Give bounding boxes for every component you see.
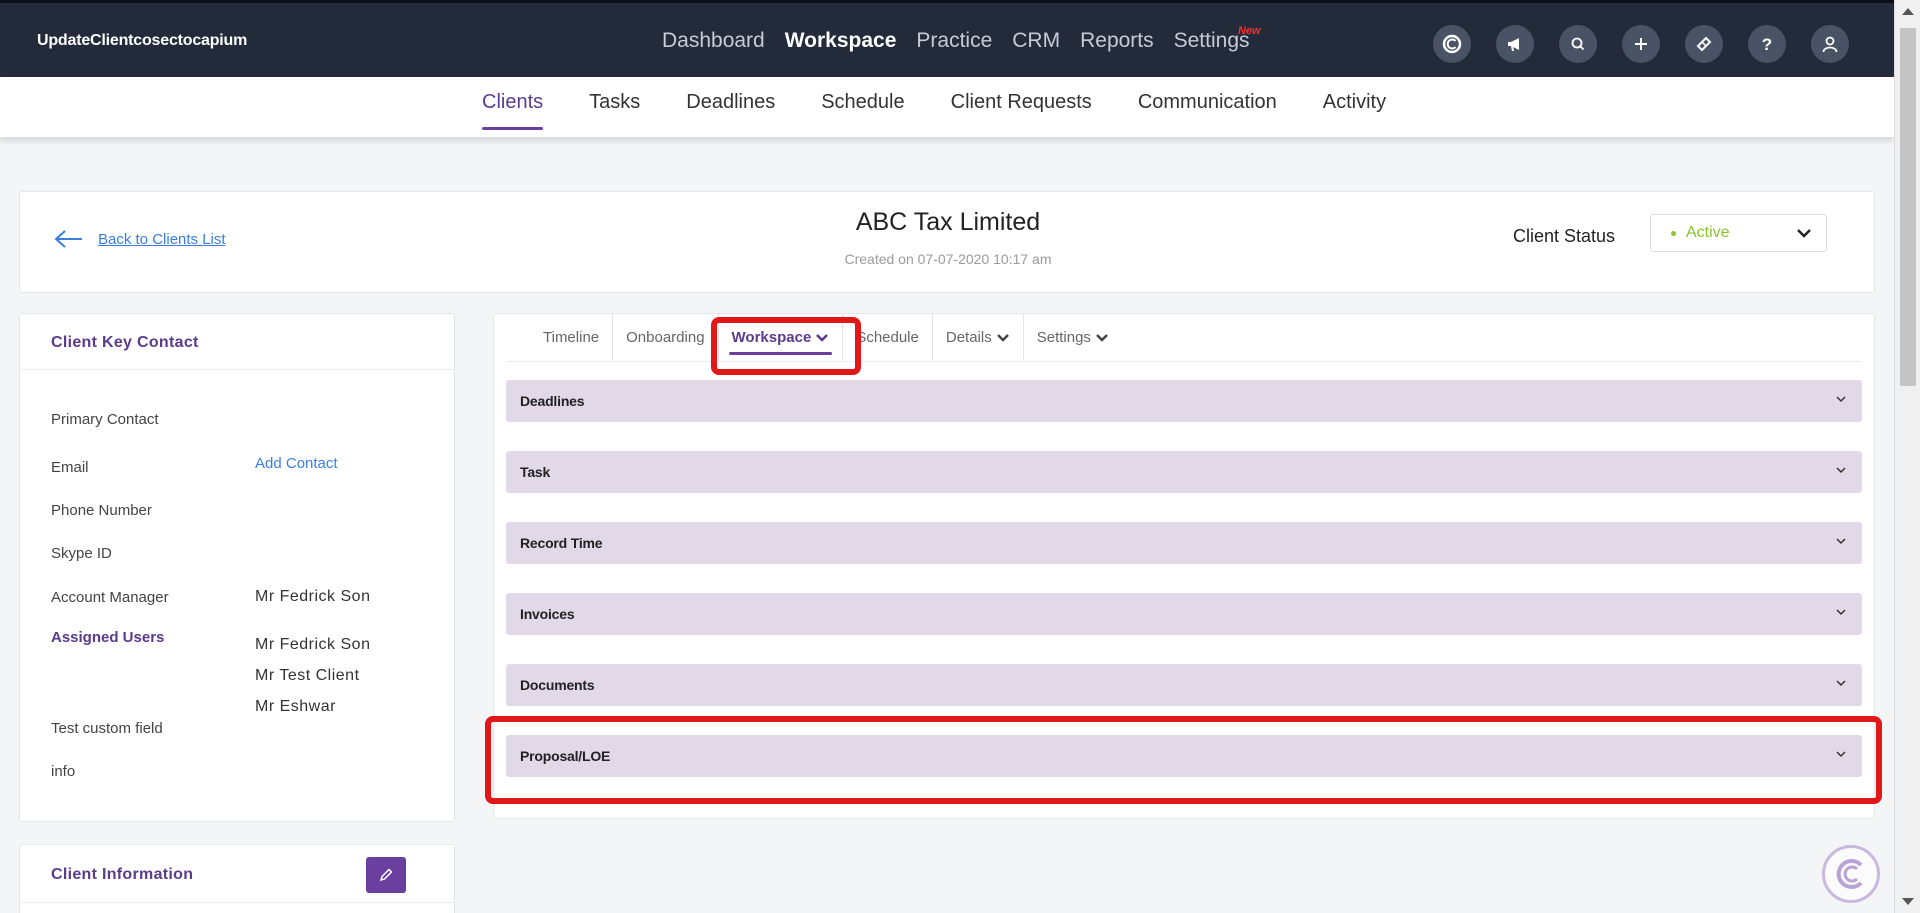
tab-timeline[interactable]: Timeline [530, 314, 614, 361]
chevron-down-icon [996, 333, 1009, 342]
chevron-down-icon [1096, 333, 1108, 342]
capium-logo-icon [1836, 859, 1863, 889]
account-manager-label: Account Manager [51, 589, 169, 606]
info-label: info [51, 763, 76, 780]
divider [20, 369, 454, 370]
assigned-user: Mr Fedrick Son [255, 636, 371, 653]
section-documents[interactable]: Documents [506, 664, 1862, 706]
top-icons: ? [1433, 25, 1849, 63]
main-nav: Dashboard Workspace Practice CRM Reports… [662, 29, 1250, 53]
pencil-icon [379, 868, 393, 882]
workspace-panel: Timeline Onboarding Workspace Schedule D… [493, 313, 1875, 819]
skype-label: Skype ID [51, 545, 112, 562]
subnav-activity[interactable]: Activity [1323, 91, 1386, 130]
new-badge: New [1238, 25, 1261, 37]
chat-help-button[interactable] [1822, 845, 1880, 903]
chevron-down-icon [1836, 609, 1846, 616]
scroll-up-icon[interactable] [1902, 8, 1914, 15]
tab-workspace[interactable]: Workspace [719, 314, 844, 361]
client-header: Back to Clients List ABC Tax Limited Cre… [19, 191, 1875, 293]
nav-practice[interactable]: Practice [916, 29, 992, 53]
subnav-client-requests[interactable]: Client Requests [951, 91, 1092, 130]
chevron-down-icon [1836, 396, 1846, 403]
primary-contact-label: Primary Contact [51, 411, 159, 428]
account-manager-value: Mr Fedrick Son [255, 588, 371, 605]
email-label: Email [51, 459, 89, 476]
client-info-title: Client Information [51, 866, 194, 883]
subnav-clients[interactable]: Clients [482, 91, 544, 130]
nav-crm[interactable]: CRM [1012, 29, 1060, 53]
scroll-thumb[interactable] [1900, 28, 1916, 386]
subnav-communication[interactable]: Communication [1138, 91, 1277, 130]
tab-details[interactable]: Details [933, 314, 1024, 361]
svg-text:?: ? [1762, 35, 1772, 54]
client-information-card: Client Information [19, 844, 455, 913]
chevron-down-icon [1836, 680, 1846, 687]
edit-client-info-button[interactable] [366, 857, 406, 893]
divider [506, 361, 1862, 362]
tab-settings[interactable]: Settings [1024, 314, 1122, 361]
sub-navbar: Clients Tasks Deadlines Schedule Client … [0, 77, 1894, 137]
chevron-down-icon [1797, 229, 1811, 238]
scroll-down-icon[interactable] [1902, 898, 1914, 905]
chevron-down-icon [1836, 467, 1846, 474]
plus-icon[interactable] [1622, 25, 1660, 63]
assigned-user: Mr Test Client [255, 667, 360, 684]
assigned-user: Mr Eshwar [255, 698, 336, 715]
top-navbar: UpdateClientcosectocapium Dashboard Work… [0, 0, 1894, 77]
section-task[interactable]: Task [506, 451, 1862, 493]
client-key-contact-card: Client Key Contact Primary Contact Email… [19, 313, 455, 822]
add-contact-link[interactable]: Add Contact [255, 455, 338, 472]
subnav-tasks[interactable]: Tasks [589, 91, 640, 130]
ticket-icon[interactable] [1685, 25, 1723, 63]
section-proposal-loe[interactable]: Proposal/LOE [506, 735, 1862, 777]
chevron-down-icon [1836, 538, 1846, 545]
key-contact-title: Client Key Contact [51, 334, 199, 351]
help-icon[interactable]: ? [1748, 25, 1786, 63]
chevron-down-icon [816, 333, 829, 342]
assigned-users-label: Assigned Users [51, 629, 165, 646]
user-icon[interactable] [1811, 25, 1849, 63]
client-status-select[interactable]: Active [1650, 214, 1827, 252]
nav-reports[interactable]: Reports [1080, 29, 1154, 53]
status-dot-icon [1671, 230, 1676, 236]
client-status-value: Active [1686, 224, 1730, 241]
custom-field-label: Test custom field [51, 720, 163, 737]
nav-workspace[interactable]: Workspace [785, 29, 897, 53]
capium-logo-icon[interactable] [1433, 25, 1471, 63]
divider [20, 902, 454, 903]
subnav-schedule[interactable]: Schedule [821, 91, 904, 130]
chevron-down-icon [1836, 751, 1846, 758]
client-tabs: Timeline Onboarding Workspace Schedule D… [530, 314, 1122, 361]
search-icon[interactable] [1559, 25, 1597, 63]
phone-label: Phone Number [51, 502, 152, 519]
tab-onboarding[interactable]: Onboarding [613, 314, 719, 361]
megaphone-icon[interactable] [1496, 25, 1534, 63]
nav-dashboard[interactable]: Dashboard [662, 29, 765, 53]
section-invoices[interactable]: Invoices [506, 593, 1862, 635]
client-status-label: Client Status [1513, 226, 1616, 246]
app-title: UpdateClientcosectocapium [37, 32, 248, 49]
subnav-deadlines[interactable]: Deadlines [686, 91, 775, 130]
created-date: Created on 07-07-2020 10:17 am [844, 251, 1052, 267]
page-scrollbar[interactable] [1894, 0, 1920, 913]
section-record-time[interactable]: Record Time [506, 522, 1862, 564]
section-deadlines[interactable]: Deadlines [506, 380, 1862, 422]
tab-schedule[interactable]: Schedule [843, 314, 933, 361]
